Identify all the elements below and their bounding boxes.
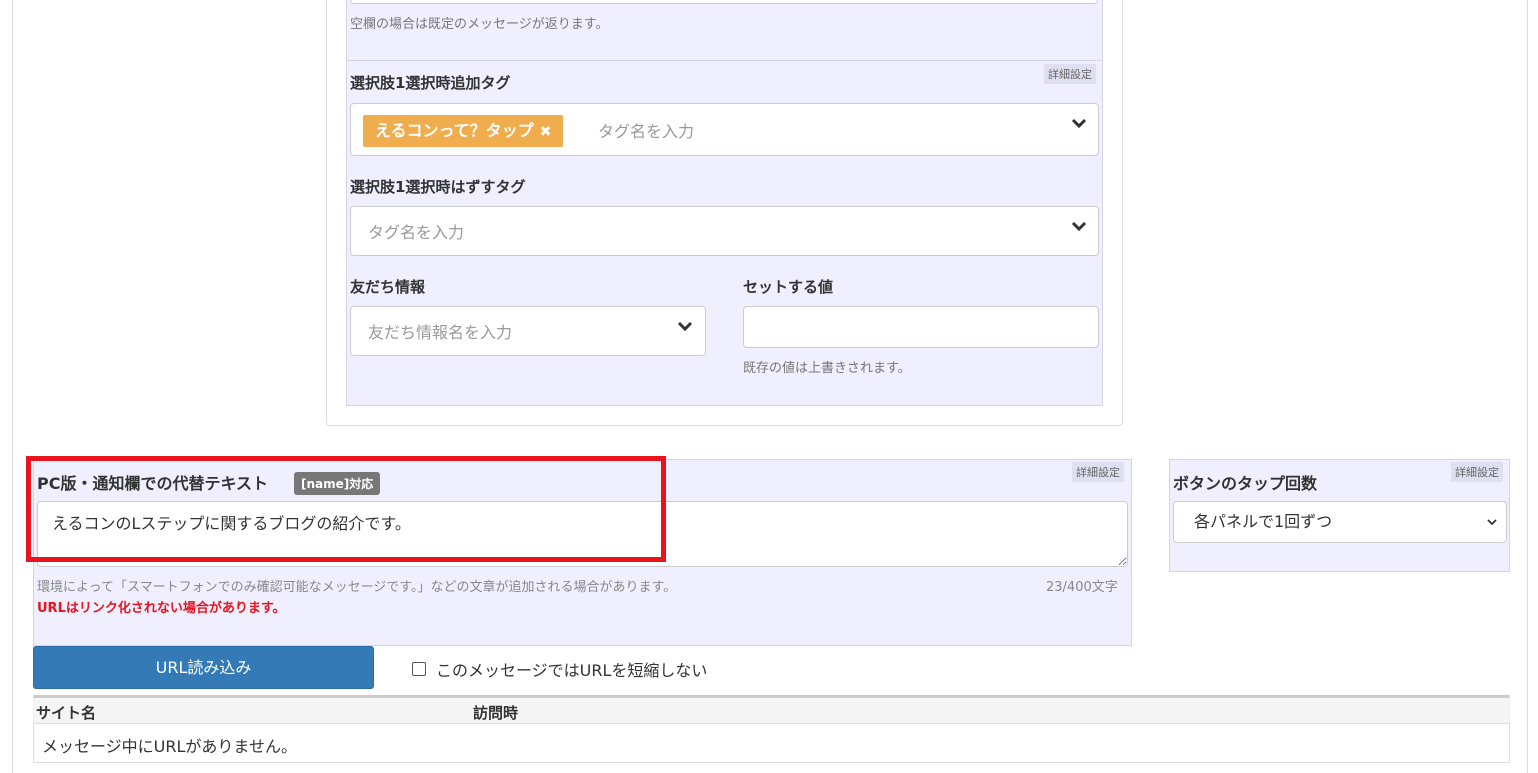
alt-text-char-count: 23/400文字	[1046, 580, 1118, 595]
table-row: メッセージ中にURLがありません。	[33, 723, 1510, 763]
url-warning: URLはリンク化されない場合があります。	[37, 601, 286, 616]
set-value-help: 既存の値は上書きされます。	[743, 361, 911, 376]
add-tag-label: 選択肢1選択時追加タグ	[350, 74, 511, 92]
url-table: サイト名 訪問時 メッセージ中にURLがありません。	[33, 695, 1510, 763]
chevron-down-icon	[1487, 519, 1497, 526]
chevron-down-icon[interactable]	[1071, 221, 1087, 233]
alt-text-help: 環境によって「スマートフォンでのみ確認可能なメッセージです。」などの文章が追加さ…	[37, 580, 677, 595]
default-message-help: 空欄の場合は既定のメッセージが返ります。	[350, 17, 609, 32]
tag-chip: えるコンって？タップ ✖	[363, 115, 564, 147]
url-load-button[interactable]: URL読み込み	[33, 646, 374, 689]
chevron-down-icon[interactable]	[1071, 118, 1087, 130]
chevron-down-icon[interactable]	[677, 321, 693, 333]
friend-info-label: 友だち情報	[350, 278, 426, 296]
no-shorten-option[interactable]: このメッセージではURLを短縮しない	[412, 658, 707, 680]
column-header-site-name: サイト名	[36, 704, 97, 722]
tap-count-selected: 各パネルで1回ずつ	[1194, 512, 1333, 531]
name-support-badge: [name]対応	[294, 472, 381, 495]
alt-text-textarea[interactable]: えるコンのLステップに関するブログの紹介です。	[37, 501, 1128, 567]
no-shorten-label: このメッセージではURLを短縮しない	[436, 661, 708, 680]
tag-chip-label: えるコンって？タップ	[375, 121, 534, 140]
friend-info-input[interactable]: 友だち情報名を入力	[350, 306, 706, 356]
detail-settings-badge[interactable]: 詳細設定	[1451, 462, 1503, 482]
tap-count-select[interactable]: 各パネルで1回ずつ	[1173, 501, 1507, 543]
set-value-input[interactable]	[743, 306, 1099, 348]
add-tag-placeholder: タグ名を入力	[598, 122, 695, 141]
detail-settings-badge[interactable]: 詳細設定	[1072, 462, 1124, 482]
alt-text-label: PC版・通知欄での代替テキスト	[37, 474, 268, 493]
no-shorten-checkbox[interactable]	[412, 662, 426, 676]
column-header-visit-time: 訪問時	[473, 704, 519, 722]
remove-tag-label: 選択肢1選択時はずすタグ	[350, 178, 526, 196]
detail-settings-badge[interactable]: 詳細設定	[1044, 64, 1096, 84]
default-message-input[interactable]	[350, 0, 1098, 4]
set-value-label: セットする値	[743, 278, 834, 296]
table-header: サイト名 訪問時	[33, 695, 1510, 723]
remove-tag-placeholder: タグ名を入力	[368, 223, 465, 242]
remove-tag-input[interactable]: タグ名を入力	[350, 206, 1099, 256]
add-tag-input[interactable]: えるコンって？タップ ✖ タグ名を入力	[350, 103, 1099, 156]
empty-message: メッセージ中にURLがありません。	[42, 737, 297, 756]
tap-count-label: ボタンのタップ回数	[1173, 474, 1318, 493]
friend-info-placeholder: 友だち情報名を入力	[368, 323, 513, 342]
remove-tag-icon[interactable]: ✖	[540, 124, 552, 140]
